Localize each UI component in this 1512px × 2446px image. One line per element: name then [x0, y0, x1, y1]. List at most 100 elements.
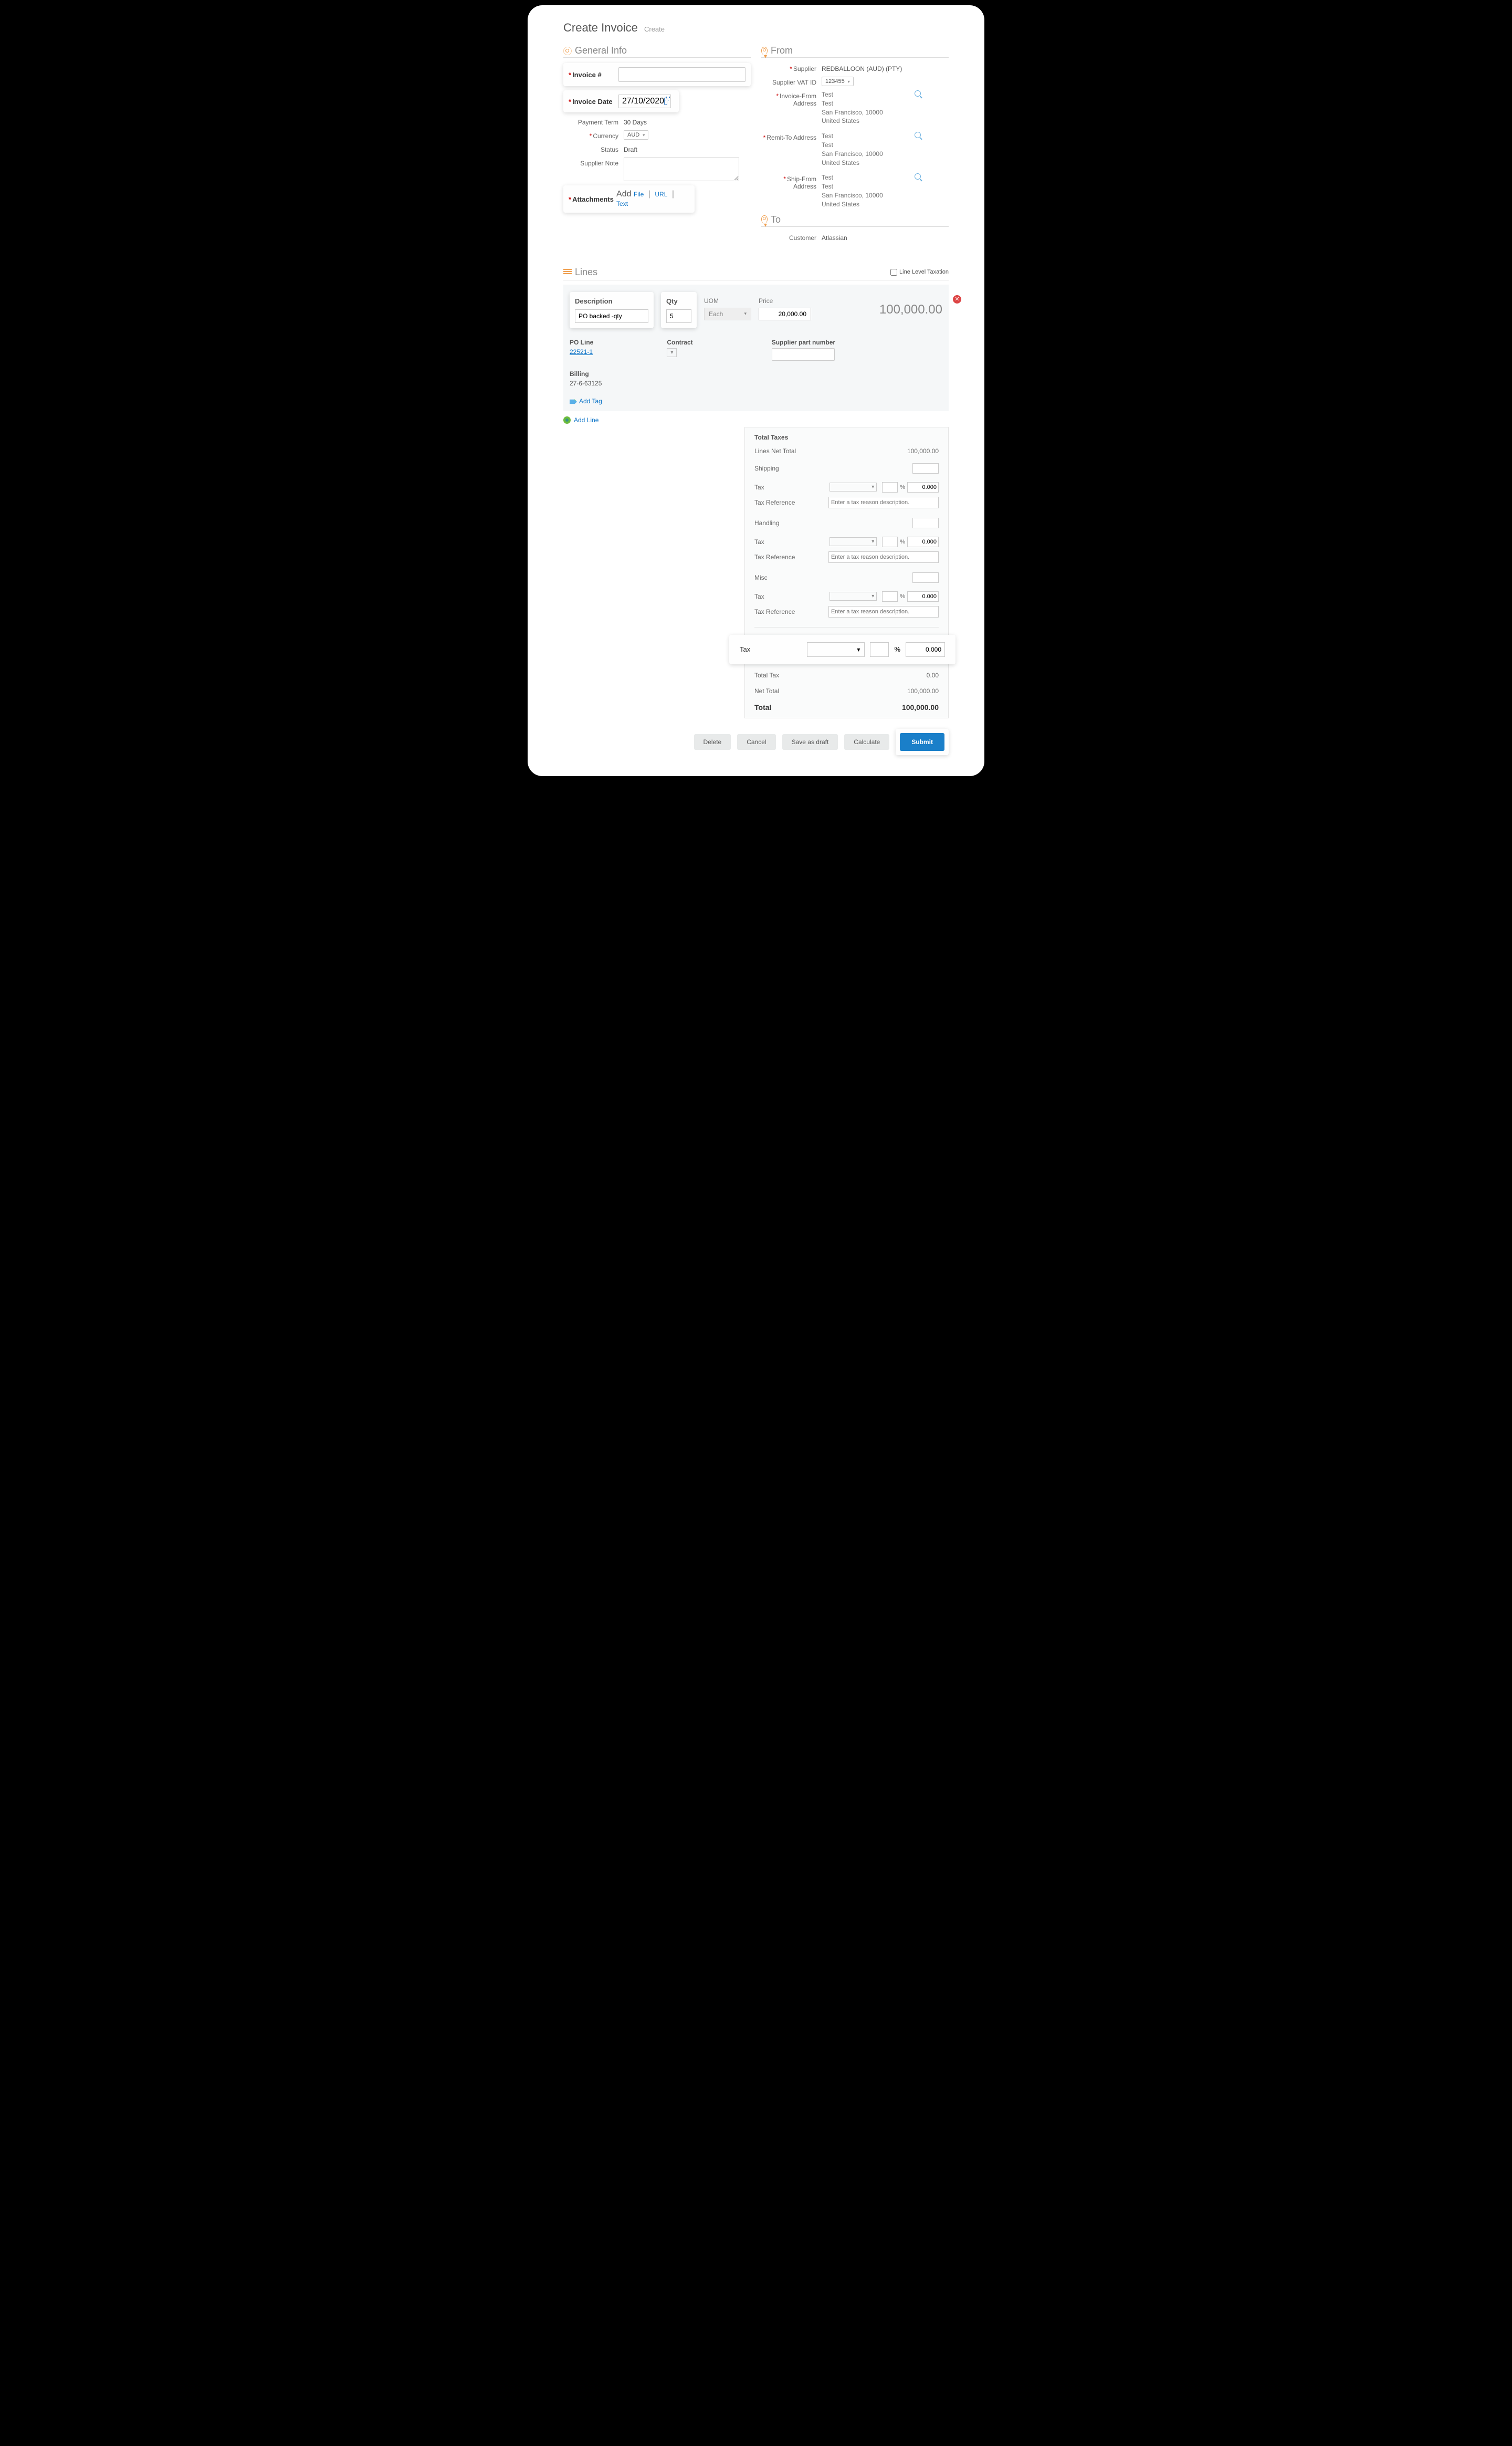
description-input[interactable] [575, 309, 648, 323]
attach-url-link[interactable]: URL [655, 191, 667, 198]
submit-button[interactable]: Submit [900, 733, 944, 751]
shipping-tax-amt-input[interactable] [907, 482, 939, 493]
ship-from-label: Ship-From Address [787, 175, 816, 190]
attach-text-link[interactable]: Text [616, 200, 628, 207]
chevron-down-icon: ▾ [643, 133, 645, 138]
to-header: To [761, 214, 949, 227]
misc-input[interactable] [912, 572, 939, 583]
attachments-label: Attachments [572, 195, 614, 203]
add-tag-button[interactable]: + Add Tag [570, 398, 942, 405]
search-icon[interactable] [915, 173, 921, 180]
cancel-button[interactable]: Cancel [737, 734, 775, 750]
add-tag-label: Add Tag [579, 398, 602, 405]
handling-tax-label: Tax [754, 538, 764, 546]
misc-tax-ref-input[interactable] [828, 606, 939, 618]
remit-to-address: TestTestSan Francisco, 10000United State… [822, 132, 883, 167]
main-tax-label: Tax [740, 645, 750, 653]
from-label: From [771, 45, 793, 56]
supplier-note-textarea[interactable] [624, 158, 739, 181]
attach-file-link[interactable]: File [634, 191, 644, 198]
po-line-label: PO Line [570, 339, 593, 346]
pct-label: % [900, 484, 905, 490]
chevron-down-icon: ▾ [744, 311, 747, 317]
handling-tax-ref-input[interactable] [828, 551, 939, 563]
attachments-row: *Attachments Add File | URL | Text [563, 185, 695, 213]
billing-value: 27-6-63125 [570, 380, 602, 387]
calculate-button[interactable]: Calculate [844, 734, 889, 750]
invoice-number-input[interactable] [618, 67, 746, 82]
plus-icon: + [563, 416, 571, 424]
general-info-header: General Info [563, 45, 751, 58]
customer-value: Atlassian [822, 232, 847, 242]
uom-select[interactable]: Each ▾ [704, 308, 751, 320]
line-level-tax-checkbox[interactable] [890, 269, 897, 276]
shipping-tax-ref-input[interactable] [828, 497, 939, 508]
handling-tax-ref-label: Tax Reference [754, 553, 795, 561]
misc-tax-label: Tax [754, 593, 764, 600]
remove-line-icon[interactable]: ✕ [953, 295, 961, 304]
misc-tax-pct-input[interactable] [882, 591, 898, 602]
lines-icon [563, 269, 572, 275]
customer-label: Customer [761, 232, 822, 242]
vat-select[interactable]: 123455 ▾ [822, 77, 854, 86]
contract-select[interactable]: ▾ [667, 348, 677, 357]
invoice-number-row: *Invoice # [563, 63, 751, 86]
billing-label: Billing [570, 370, 942, 378]
price-input[interactable] [759, 308, 811, 320]
search-icon[interactable] [915, 132, 921, 138]
handling-tax-pct-input[interactable] [882, 537, 898, 547]
invoice-date-row: *Invoice Date 27/10/2020 [563, 90, 679, 112]
misc-tax-ref-label: Tax Reference [754, 608, 795, 615]
shipping-tax-pct-input[interactable] [882, 482, 898, 493]
shipping-tax-label: Tax [754, 484, 764, 491]
save-draft-button[interactable]: Save as draft [782, 734, 838, 750]
invoice-from-label: Invoice-From Address [780, 92, 816, 107]
main-tax-select[interactable]: ▾ [807, 642, 865, 657]
contract-label: Contract [667, 339, 692, 346]
pin-icon [761, 215, 768, 224]
currency-select[interactable]: AUD ▾ [624, 130, 648, 140]
vat-value: 123455 [825, 78, 845, 85]
add-line-button[interactable]: + Add Line [563, 416, 949, 424]
main-tax-row: Tax ▾ % [729, 635, 956, 664]
attachments-links: Add File | URL | Text [616, 190, 689, 208]
line-total: 100,000.00 [818, 292, 942, 317]
net-total-value: 100,000.00 [907, 687, 939, 695]
misc-tax-select[interactable]: ▾ [830, 592, 877, 601]
shipping-input[interactable] [912, 463, 939, 474]
qty-input[interactable] [666, 309, 691, 323]
handling-label: Handling [754, 519, 779, 527]
main-tax-amt-input[interactable] [906, 642, 945, 657]
misc-tax-amt-input[interactable] [907, 591, 939, 602]
shipping-tax-select[interactable]: ▾ [830, 483, 877, 492]
part-input[interactable] [772, 348, 835, 361]
supplier-note-label: Supplier Note [563, 158, 624, 167]
calendar-icon[interactable] [664, 98, 667, 105]
handling-tax-amt-input[interactable] [907, 537, 939, 547]
status-label: Status [563, 144, 624, 153]
total-tax-value: 0.00 [927, 672, 939, 679]
qty-label: Qty [666, 297, 691, 305]
invoice-date-picker[interactable]: 27/10/2020 [618, 95, 671, 108]
delete-button[interactable]: Delete [694, 734, 731, 750]
general-info-label: General Info [575, 45, 627, 56]
lines-net-total-label: Lines Net Total [754, 447, 796, 455]
search-icon[interactable] [915, 90, 921, 97]
handling-tax-select[interactable]: ▾ [830, 537, 877, 546]
page-title: Create Invoice Create [563, 21, 949, 35]
po-line-link[interactable]: 22521-1 [570, 348, 593, 356]
line-level-tax-toggle[interactable]: Line Level Taxation [890, 269, 949, 276]
payment-term-value: 30 Days [624, 117, 647, 126]
description-box: Description [570, 292, 654, 328]
invoice-number-label: Invoice # [572, 71, 602, 79]
gear-icon [563, 47, 572, 55]
shipping-tax-ref-label: Tax Reference [754, 499, 795, 506]
grand-total-value: 100,000.00 [902, 703, 939, 712]
main-tax-pct-input[interactable] [870, 642, 889, 657]
add-line-label: Add Line [574, 416, 598, 424]
handling-input[interactable] [912, 518, 939, 528]
tag-icon: + [570, 398, 577, 405]
qty-box: Qty [661, 292, 697, 328]
from-header: From [761, 45, 949, 58]
misc-label: Misc [754, 574, 768, 581]
